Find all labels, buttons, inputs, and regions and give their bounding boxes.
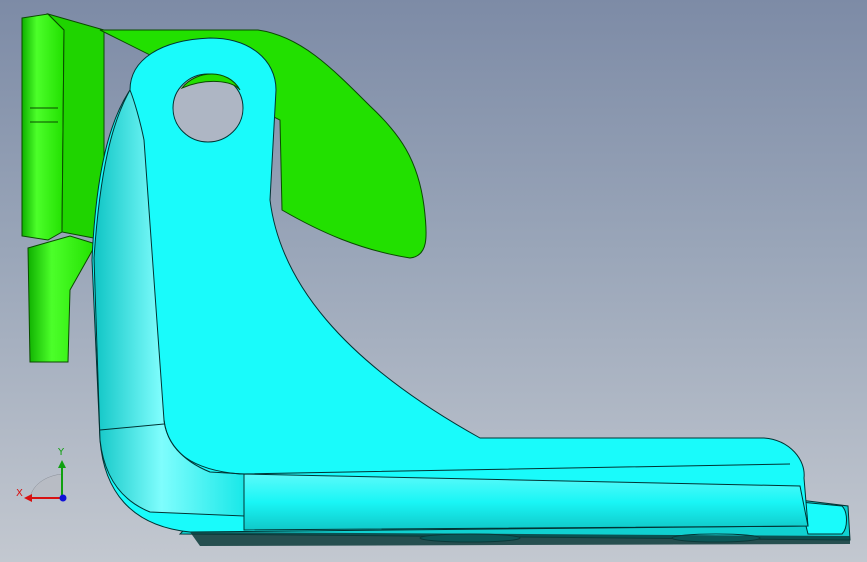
x-axis-label: X	[16, 488, 23, 499]
y-axis-label: Y	[57, 447, 65, 458]
z-axis-dot	[59, 494, 67, 502]
3d-viewport[interactable]: X Y	[0, 0, 867, 562]
triad-plane	[29, 473, 63, 499]
view-triad[interactable]: X Y	[0, 0, 867, 562]
